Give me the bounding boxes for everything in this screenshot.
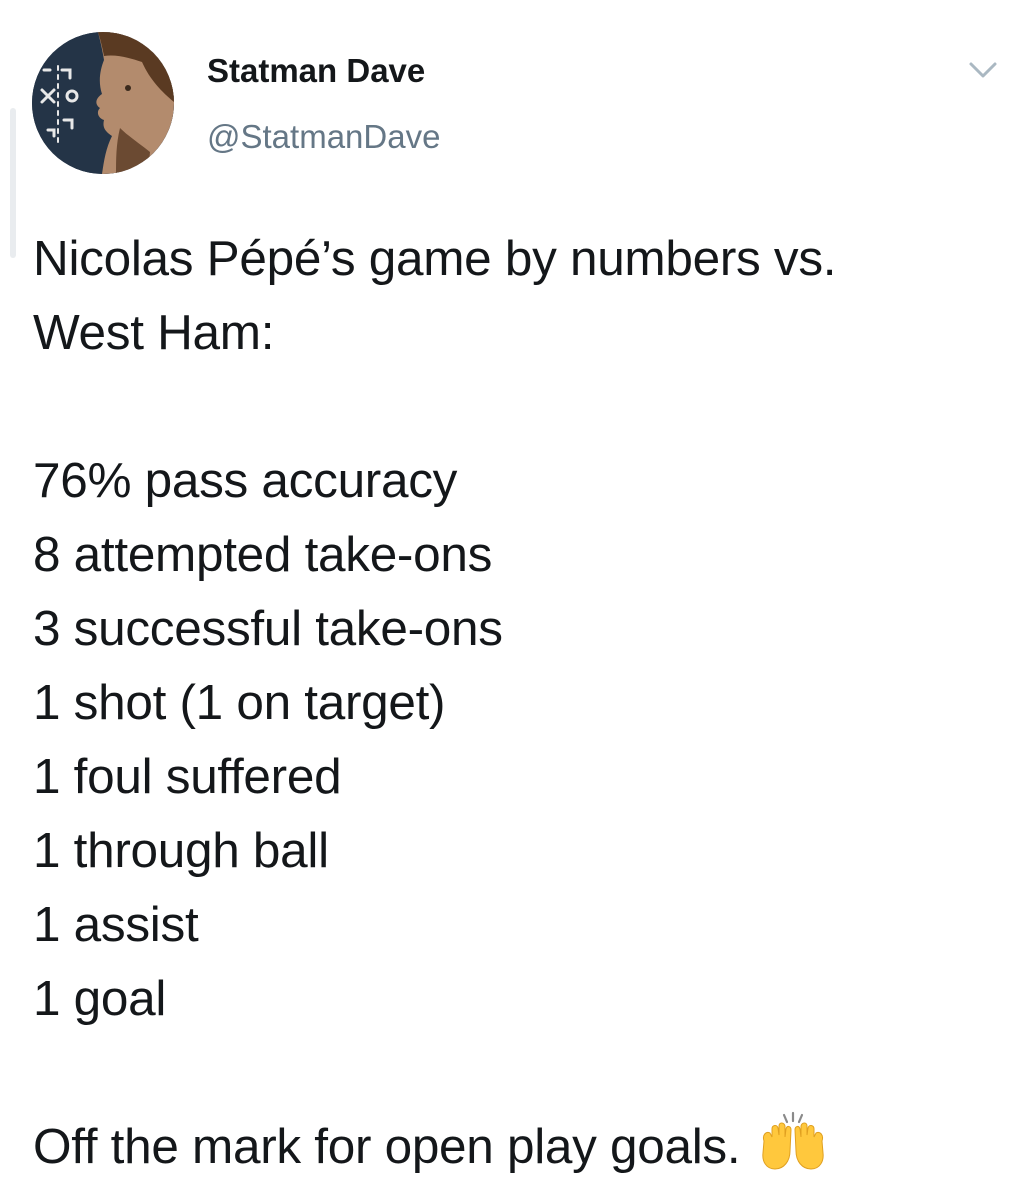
stat-line: 1 shot (1 on target) [33,675,446,730]
chevron-down-icon[interactable] [963,52,1003,86]
raising-hands-emoji-icon [758,1111,828,1171]
stat-line: 1 through ball [33,823,329,878]
tweet-outro-text: Off the mark for open play goals. [33,1119,741,1174]
tweet-outro-line: Off the mark for open play goals. [33,1110,1013,1184]
scroll-indicator [10,108,16,258]
tweet-body: Nicolas Pépé’s game by numbers vs. West … [33,222,1013,1184]
avatar-image [32,32,174,174]
stat-line: 76% pass accuracy [33,453,458,508]
stat-line: 1 foul suffered [33,749,342,804]
tweet-card: Statman Dave @StatmanDave Nicolas Pépé’s… [0,0,1029,1200]
stat-line: 8 attempted take-ons [33,527,493,582]
author-handle[interactable]: @StatmanDave [207,118,440,156]
tweet-intro-line: West Ham: [33,305,275,360]
stat-line: 1 goal [33,971,167,1026]
tweet-intro-line: Nicolas Pépé’s game by numbers vs. [33,231,837,286]
avatar[interactable] [32,32,174,174]
stat-line: 3 successful take-ons [33,601,503,656]
author-display-name[interactable]: Statman Dave [207,52,425,90]
stat-line: 1 assist [33,897,199,952]
